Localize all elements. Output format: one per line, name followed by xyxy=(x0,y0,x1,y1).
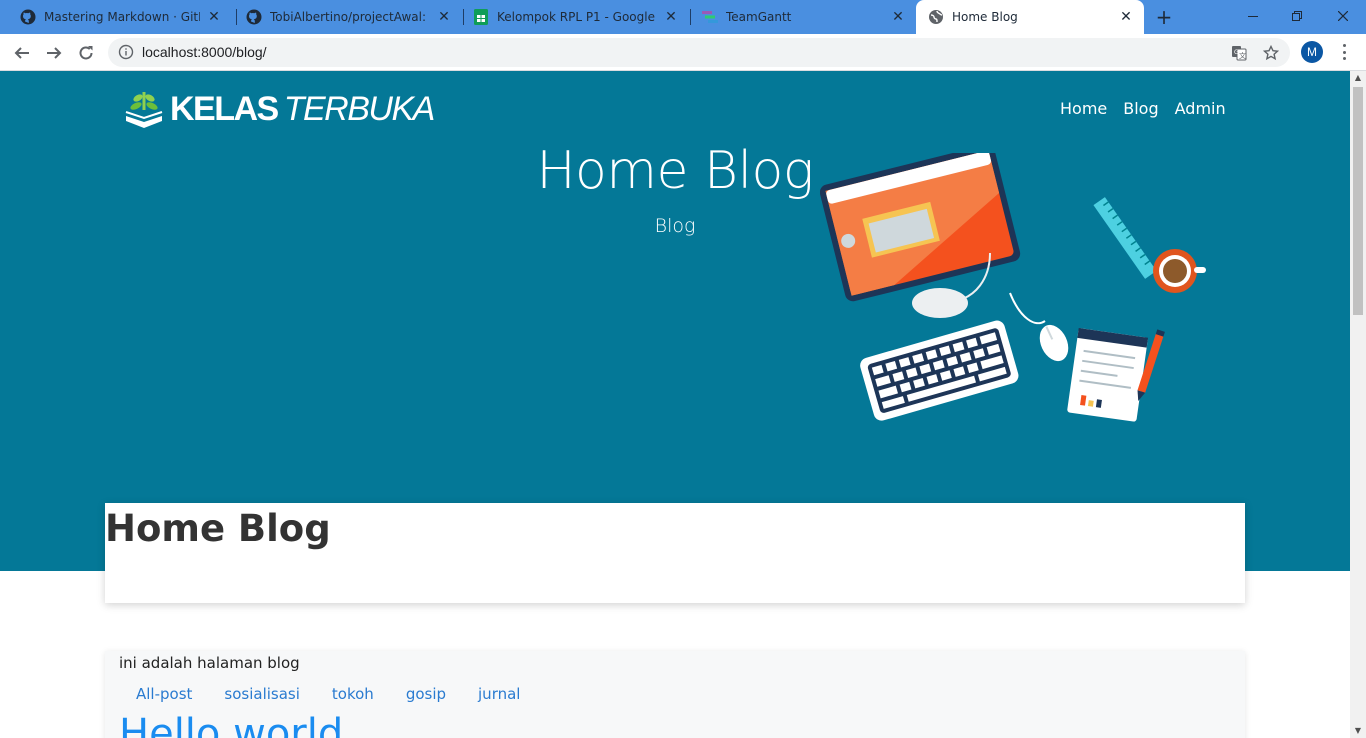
profile-avatar[interactable]: M xyxy=(1301,41,1323,63)
tab-title: Home Blog xyxy=(952,10,1018,24)
close-icon[interactable]: ✕ xyxy=(663,9,679,25)
logo-text-light: TERBUKA xyxy=(283,89,436,128)
blog-list-card: ini adalah halaman blog All-post sosiali… xyxy=(105,651,1245,738)
page-scrollbar[interactable]: ▲ ▼ xyxy=(1350,71,1366,738)
nav-link-home[interactable]: Home xyxy=(1060,99,1107,118)
close-icon[interactable]: ✕ xyxy=(436,9,452,25)
hero-banner: KELAS TERBUKA Home Blog Admin Home Blog … xyxy=(0,71,1350,571)
category-link-tokoh[interactable]: tokoh xyxy=(332,685,374,703)
address-bar[interactable]: localhost:8000/blog/ G文 xyxy=(108,38,1290,67)
google-sheets-icon xyxy=(473,9,489,25)
tab-title: Mastering Markdown · GitHub Guides xyxy=(44,10,200,24)
logo-text-strong: KELAS xyxy=(170,89,279,128)
teamgantt-icon xyxy=(702,9,718,25)
site-logo[interactable]: KELAS TERBUKA xyxy=(124,87,436,131)
category-link-sosialisasi[interactable]: sosialisasi xyxy=(224,685,300,703)
back-arrow-icon xyxy=(14,47,29,59)
forward-button[interactable] xyxy=(40,39,68,67)
translate-icon[interactable]: G文 xyxy=(1230,44,1248,62)
close-window-button[interactable] xyxy=(1320,0,1366,32)
category-link-all-post[interactable]: All-post xyxy=(136,685,192,703)
scroll-down-arrow-icon[interactable]: ▼ xyxy=(1350,724,1366,738)
svg-text:文: 文 xyxy=(1239,51,1246,60)
page-heading-card: Home Blog xyxy=(105,503,1245,603)
browser-tab-strip: Mastering Markdown · GitHub Guides ✕ Tob… xyxy=(0,0,1366,34)
main-nav: Home Blog Admin xyxy=(1060,99,1226,118)
github-icon xyxy=(20,9,36,25)
github-icon xyxy=(246,9,262,25)
back-button[interactable] xyxy=(8,39,36,67)
new-tab-button[interactable]: + xyxy=(1152,5,1176,29)
tab-title: TobiAlbertino/projectAwal: Project xyxy=(270,10,430,24)
browser-menu-icon[interactable] xyxy=(1336,42,1352,62)
scrollbar-thumb[interactable] xyxy=(1353,87,1363,315)
browser-tab-active[interactable]: Home Blog ✕ xyxy=(916,0,1144,34)
page-heading: Home Blog xyxy=(105,507,331,550)
browser-tab[interactable]: TobiAlbertino/projectAwal: Project ✕ xyxy=(238,0,462,34)
reload-icon xyxy=(79,46,93,60)
bookmark-star-icon[interactable] xyxy=(1262,44,1280,62)
tab-title: TeamGantt xyxy=(726,10,792,24)
nav-link-admin[interactable]: Admin xyxy=(1175,99,1226,118)
restore-button[interactable] xyxy=(1274,0,1320,32)
minimize-button[interactable] xyxy=(1230,0,1276,32)
browser-tab[interactable]: Mastering Markdown · GitHub Guides ✕ xyxy=(0,0,232,34)
reload-button[interactable] xyxy=(72,39,100,67)
category-link-gosip[interactable]: gosip xyxy=(406,685,446,703)
tab-title: Kelompok RPL P1 - Google Sheets xyxy=(497,10,657,24)
browser-tab[interactable]: Kelompok RPL P1 - Google Sheets ✕ xyxy=(465,0,689,34)
page-viewport: KELAS TERBUKA Home Blog Admin Home Blog … xyxy=(0,71,1350,738)
browser-toolbar: localhost:8000/blog/ G文 M xyxy=(0,34,1366,71)
hero-title: Home Blog xyxy=(536,141,814,201)
hero-subtitle: Blog xyxy=(654,215,696,237)
nav-link-blog[interactable]: Blog xyxy=(1123,99,1158,118)
info-icon[interactable] xyxy=(118,44,134,60)
desk-illustration xyxy=(820,153,1206,422)
category-link-jurnal[interactable]: jurnal xyxy=(478,685,520,703)
forward-arrow-icon xyxy=(47,47,62,59)
book-plant-icon xyxy=(125,92,163,128)
post-title-link[interactable]: Hello world xyxy=(119,711,343,738)
intro-text: ini adalah halaman blog xyxy=(119,654,300,672)
globe-icon xyxy=(928,9,944,25)
close-icon[interactable]: ✕ xyxy=(890,9,906,25)
url-text[interactable]: localhost:8000/blog/ xyxy=(142,44,267,60)
browser-tab[interactable]: TeamGantt ✕ xyxy=(692,0,916,34)
close-icon[interactable]: ✕ xyxy=(206,9,222,25)
category-nav: All-post sosialisasi tokoh gosip jurnal xyxy=(120,685,552,703)
close-icon[interactable]: ✕ xyxy=(1118,9,1134,25)
scroll-up-arrow-icon[interactable]: ▲ xyxy=(1350,71,1366,85)
